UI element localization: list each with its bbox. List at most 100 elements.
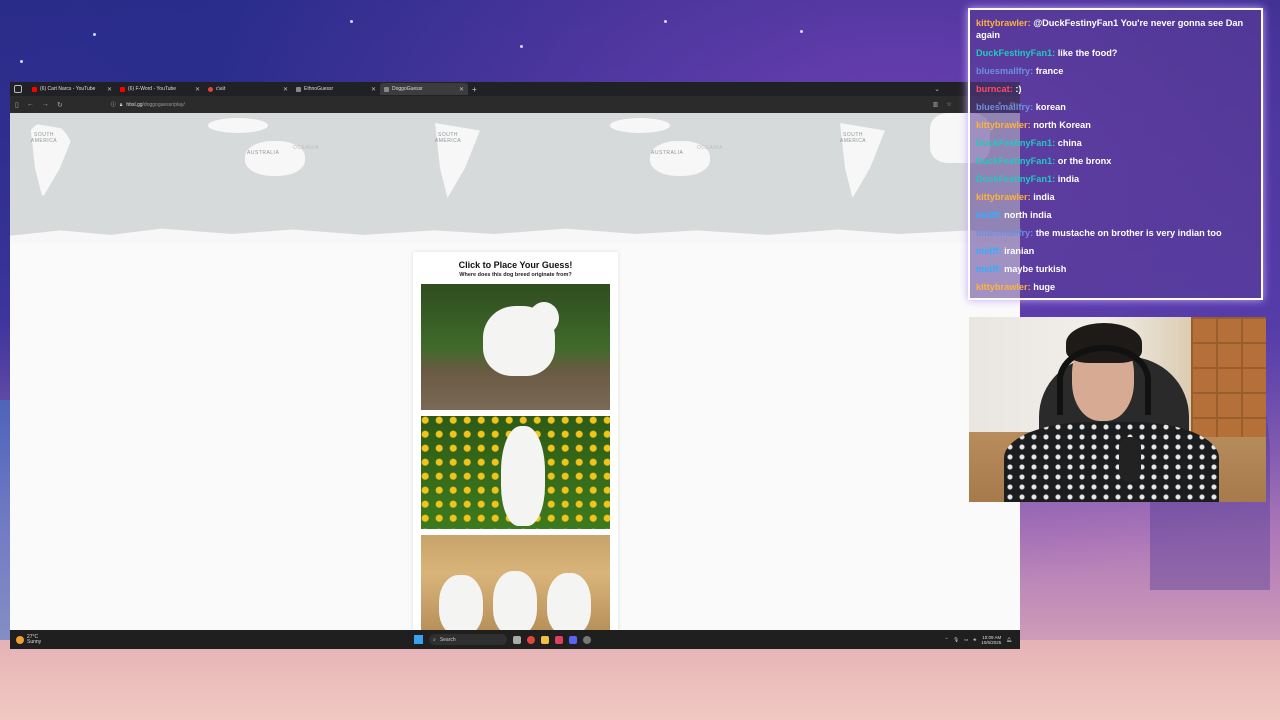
star (93, 33, 96, 36)
chat-username[interactable]: metff (976, 264, 998, 274)
chat-text: maybe turkish (1004, 264, 1067, 274)
star-icon[interactable]: ☆ (946, 101, 951, 108)
microphone-icon (1119, 437, 1141, 482)
dog-figure (439, 575, 483, 631)
chat-text: or the bronx (1057, 156, 1112, 166)
settings-icon[interactable] (583, 635, 591, 644)
file-explorer-icon[interactable] (541, 635, 549, 644)
tab-active[interactable]: DoggoGuessr ✕ (380, 83, 468, 95)
discord-icon[interactable] (569, 635, 577, 644)
map-label: SOUTH AMERICA (434, 132, 462, 144)
tab[interactable]: c\a\t ✕ (204, 83, 292, 95)
chat-message: burncat: :) (976, 84, 1022, 94)
tab[interactable]: (6) Cart Narcs - YouTube ✕ (28, 83, 116, 95)
chat-message: metff: iranian (976, 246, 1035, 256)
chat-username[interactable]: kittybrawler (976, 282, 1028, 292)
world-map[interactable]: SOUTH AMERICA AUSTRALIA OCEANIA SOUTH AM… (10, 113, 1020, 243)
chat-text: korean (1035, 102, 1066, 112)
page-favicon-icon (384, 86, 389, 92)
close-tab-icon[interactable]: ✕ (283, 86, 288, 93)
back-icon[interactable]: ← (27, 101, 34, 108)
chat-message: metff: maybe turkish (976, 264, 1067, 274)
chat-text: india (1033, 192, 1055, 202)
chat-message: DuckFestinyFan1: or the bronx (976, 156, 1112, 166)
tab-title: (6) F-Word - YouTube (128, 86, 177, 92)
sidebar-toggle-icon[interactable]: ▯ (15, 101, 19, 109)
url-host: hbsl.gg (126, 101, 143, 108)
tab-title: EthnoGuessr (304, 86, 334, 92)
chat-username[interactable]: DuckFestinyFan1 (976, 156, 1052, 166)
taskbar-search[interactable]: ⌕ Search (429, 634, 507, 645)
chat-username[interactable]: kittybrawler (976, 192, 1028, 202)
chevron-up-icon[interactable]: ⌃ (945, 637, 949, 643)
chat-text: iranian (1004, 246, 1035, 256)
clock[interactable]: 10:09 AM 10/6/2025 (981, 635, 1001, 645)
chat-message: metff: north india (976, 210, 1052, 220)
chat-text: china (1057, 138, 1082, 148)
close-tab-icon[interactable]: ✕ (459, 86, 464, 93)
chat-message: DuckFestinyFan1: india (976, 174, 1080, 184)
chat-username[interactable]: DuckFestinyFan1 (976, 48, 1052, 58)
chat-message: kittybrawler: @DuckFestinyFan1 You're ne… (976, 18, 1244, 40)
cat-favicon-icon (208, 86, 213, 92)
weather-condition: Sunny (27, 638, 42, 645)
star (350, 20, 353, 23)
chat-username[interactable]: DuckFestinyFan1 (976, 138, 1052, 148)
network-icon[interactable]: ▭ (964, 637, 968, 643)
browser-app-icon[interactable] (527, 635, 535, 644)
dog-figure (547, 573, 591, 631)
stream-chat: kittybrawler: @DuckFestinyFan1 You're ne… (968, 8, 1263, 300)
forward-icon[interactable]: → (42, 101, 49, 108)
close-tab-icon[interactable]: ✕ (107, 86, 112, 93)
map-label: AUSTRALIA (651, 150, 684, 156)
chat-username[interactable]: bluesmallfry (976, 102, 1030, 112)
headset-icon (1057, 345, 1151, 415)
app-icon[interactable] (555, 635, 563, 644)
chat-text: huge (1033, 282, 1056, 292)
guess-card: Click to Place Your Guess! Where does th… (413, 252, 618, 637)
url-path: /doggoguessr/play/ (142, 101, 185, 108)
reader-icon[interactable]: ▥ (933, 101, 939, 108)
landmass (610, 118, 670, 133)
windows-start-icon[interactable] (414, 635, 423, 644)
chat-username[interactable]: burncat (976, 84, 1010, 94)
weather-widget[interactable]: 27°C Sunny (16, 634, 42, 645)
chat-username[interactable]: kittybrawler (976, 18, 1028, 28)
chat-message: kittybrawler: north Korean (976, 120, 1091, 130)
tab-title: (6) Cart Narcs - YouTube (40, 86, 96, 92)
star (20, 60, 23, 63)
close-tab-icon[interactable]: ✕ (195, 86, 200, 93)
tab-actions-icon[interactable] (14, 85, 22, 93)
new-tab-icon[interactable]: + (472, 85, 477, 94)
search-icon: ⌕ (433, 636, 436, 643)
chat-username[interactable]: kittybrawler (976, 120, 1028, 130)
star (800, 30, 803, 33)
dog-figure (493, 571, 537, 631)
chat-username[interactable]: metff (976, 210, 998, 220)
chat-text: france (1035, 66, 1064, 76)
dog-photo (421, 416, 610, 529)
site-info-icon[interactable]: ⓘ (111, 101, 116, 108)
task-view-icon[interactable] (513, 635, 521, 644)
map-label: OCEANIA (293, 145, 320, 151)
volume-icon[interactable]: 🔊︎ (973, 637, 976, 642)
tab-bar: (6) Cart Narcs - YouTube ✕ (6) F-Word - … (10, 82, 1020, 96)
chat-username[interactable]: bluesmallfry (976, 66, 1030, 76)
reload-icon[interactable]: ↻ (57, 101, 63, 109)
lock-icon: 🔒︎ (119, 101, 123, 108)
chat-username[interactable]: DuckFestinyFan1 (976, 174, 1052, 184)
url-field[interactable]: ⓘ 🔒︎ hbsl.gg/doggoguessr/play/ (111, 101, 185, 109)
chevron-down-icon[interactable]: ⌄ (934, 85, 940, 93)
close-tab-icon[interactable]: ✕ (371, 86, 376, 93)
notification-icon[interactable]: 🔔︎ (1006, 637, 1012, 643)
map-label: SOUTH AMERICA (839, 132, 867, 144)
map-label: SOUTH AMERICA (30, 132, 58, 144)
sun-icon (16, 635, 24, 644)
tab[interactable]: EthnoGuessr ✕ (292, 83, 380, 95)
chat-username[interactable]: bluesmallfry (976, 228, 1030, 238)
microphone-icon[interactable]: 🎙︎ (953, 637, 959, 643)
taskbar-apps: ⌕ Search (414, 634, 591, 645)
chat-message: bluesmallfry: france (976, 66, 1064, 76)
tab[interactable]: (6) F-Word - YouTube ✕ (116, 83, 204, 95)
chat-username[interactable]: metff (976, 246, 998, 256)
